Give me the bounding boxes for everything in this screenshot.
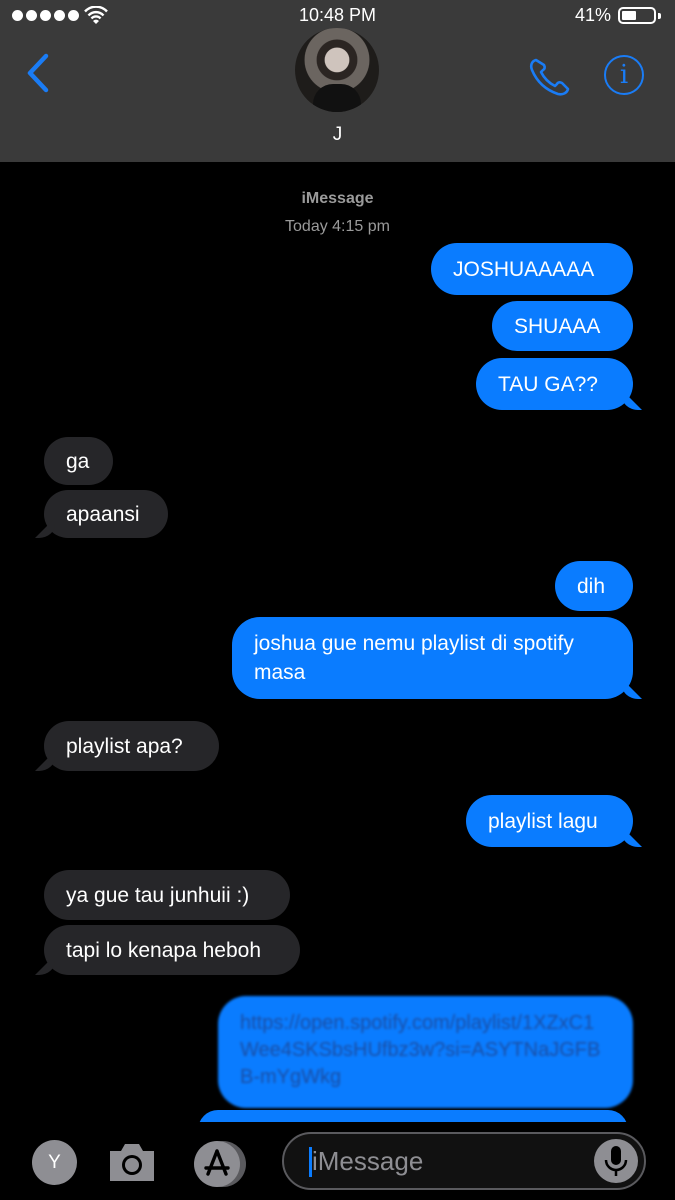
sent-message-bubble[interactable]: joshua gue nemu playlist di spotify masa [232,617,633,699]
message-text: ya gue tau junhuii :) [66,883,250,907]
back-chevron-icon[interactable] [24,52,54,94]
message-text: JOSHUAAAAA [453,257,595,281]
status-time: 10:48 PM [298,5,377,25]
camera-icon[interactable] [106,1137,158,1187]
conversation-timestamp: Today 4:15 pm [285,218,390,235]
contact-avatar[interactable] [295,28,379,112]
message-text: joshua gue nemu playlist di spotify masa [254,632,574,684]
message-text: https://open.spotify.com/playlist/1XZxC1… [240,1012,601,1088]
sent-message-bubble[interactable]: dih [555,561,633,611]
received-message-bubble[interactable]: playlist apa? [44,721,219,771]
sent-message-bubble[interactable]: JOSHUAAAAA [431,243,633,295]
message-text: playlist apa? [66,734,183,758]
message-text: dih [577,574,606,598]
sent-message-bubble[interactable]: SHUAAA [492,301,633,351]
service-label: iMessage [301,190,374,207]
contact-name[interactable]: J [0,124,675,146]
microphone-button[interactable] [594,1139,638,1183]
message-input[interactable]: iMessage [282,1132,646,1190]
microphone-icon [604,1146,628,1176]
apps-drawer-button[interactable]: Y [32,1140,77,1185]
received-message-bubble[interactable]: ga [44,437,113,485]
message-text: TAU GA?? [498,372,598,396]
info-icon[interactable]: i [604,55,644,95]
sent-message-bubble[interactable]: TAU GA?? [476,358,633,410]
sent-message-bubble[interactable]: playlist lagu [466,795,633,847]
message-text: tapi lo kenapa heboh [66,938,261,962]
message-input-placeholder: iMessage [312,1146,424,1176]
message-text: SHUAAA [514,314,601,338]
app-store-icon[interactable] [193,1140,251,1188]
sent-link-bubble[interactable]: https://open.spotify.com/playlist/1XZxC1… [218,996,633,1108]
battery-icon [618,7,661,24]
conversation-header: 10:48 PM 41% J i [0,0,675,162]
received-message-bubble[interactable]: apaansi [44,490,168,538]
phone-call-icon[interactable] [527,55,573,97]
message-text: playlist lagu [488,809,598,833]
message-text: ga [66,449,90,473]
message-text: apaansi [66,502,140,526]
battery-percentage: 41% [575,5,612,25]
received-message-bubble[interactable]: ya gue tau junhuii :) [44,870,290,920]
received-message-bubble[interactable]: tapi lo kenapa heboh [44,925,300,975]
